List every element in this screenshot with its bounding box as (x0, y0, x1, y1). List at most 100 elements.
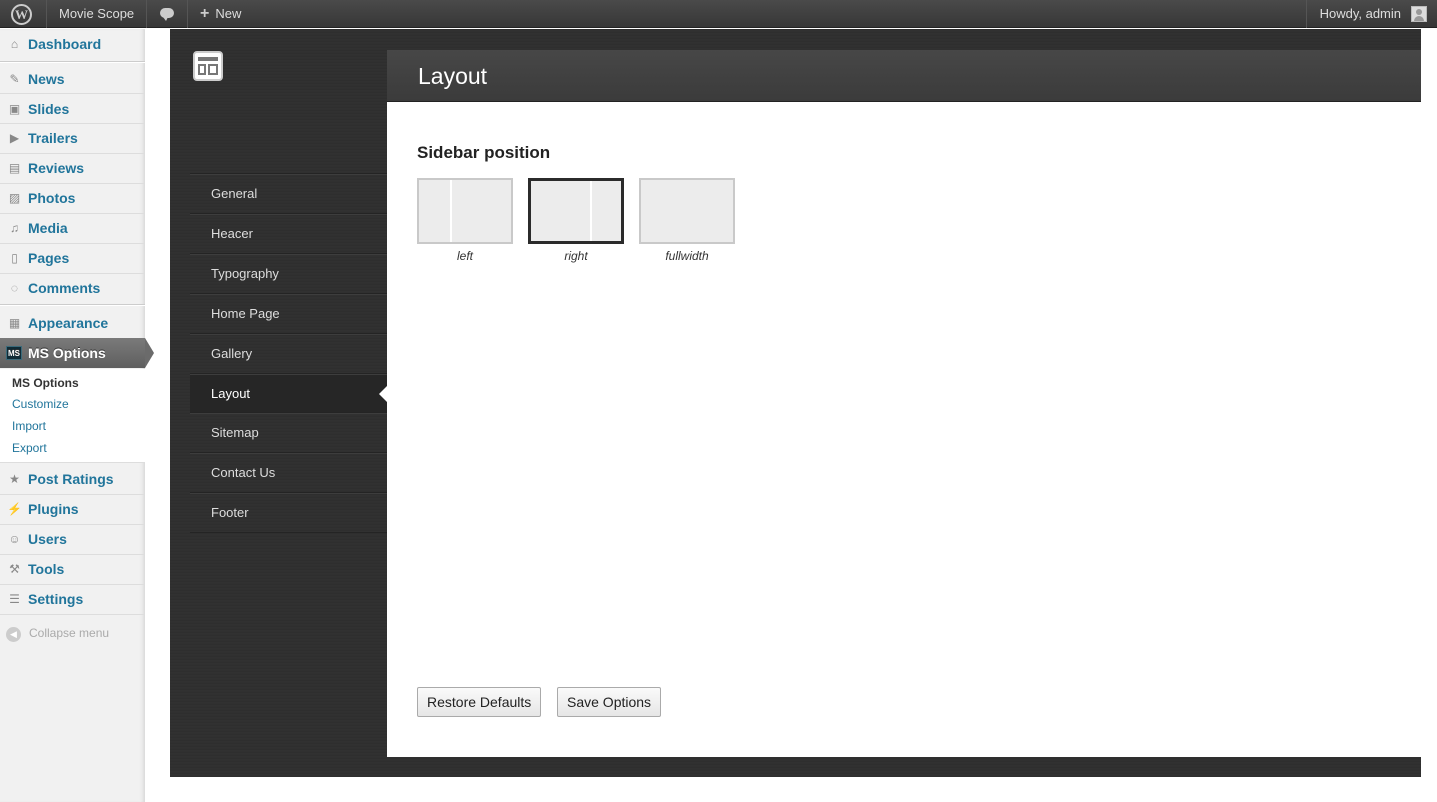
menu-item-label: Pages (28, 250, 70, 266)
options-nav-end-divider (190, 532, 387, 533)
section-title: Sidebar position (417, 143, 551, 162)
sidebar-option-right[interactable] (528, 178, 624, 244)
options-tab-layout[interactable]: Layout (190, 373, 387, 413)
menu-item-tools[interactable]: ⚒ Tools (0, 554, 145, 584)
site-name-link[interactable]: Movie Scope (59, 0, 134, 28)
submenu-item-ms-options[interactable]: MS Options (12, 373, 79, 393)
video-icon: ▶ (9, 131, 20, 145)
reviews-icon: ▤ (8, 161, 21, 175)
menu-item-photos[interactable]: ▨ Photos (0, 183, 145, 213)
submenu-item-export[interactable]: Export (12, 438, 47, 458)
settings-icon: ☰ (9, 592, 20, 606)
menu-divider (0, 614, 145, 615)
plus-icon: + (200, 5, 210, 22)
collapse-arrow-icon: ◀ (6, 627, 21, 642)
menu-item-label: Tools (28, 561, 65, 577)
layout-panel-logo-icon (193, 51, 223, 81)
account-menu[interactable]: Howdy, admin (1320, 0, 1437, 28)
tools-icon: ⚒ (9, 562, 20, 576)
options-tab-sitemap[interactable]: Sitemap (190, 412, 387, 452)
admin-bar-divider (46, 0, 47, 28)
restore-defaults-button[interactable]: Restore Defaults (417, 687, 542, 717)
menu-item-label: Post Ratings (28, 471, 114, 487)
menu-item-ms-options[interactable]: MS MS Options (0, 338, 154, 368)
dashboard-icon: ⌂ (10, 37, 19, 51)
menu-item-post-ratings[interactable]: ★ Post Ratings (0, 464, 145, 494)
ratings-icon: ★ (9, 472, 20, 486)
menu-item-settings[interactable]: ☰ Settings (0, 584, 145, 614)
wordpress-logo-icon[interactable]: W (0, 0, 46, 28)
sidebar-column-divider (590, 181, 592, 241)
menu-item-reviews[interactable]: ▤ Reviews (0, 153, 145, 183)
pages-icon: ▯ (11, 251, 18, 265)
appearance-icon: ▦ (8, 316, 21, 330)
submenu-item-import[interactable]: Import (12, 416, 46, 436)
options-tab-home-page[interactable]: Home Page (190, 293, 387, 333)
menu-separator (0, 304, 145, 306)
sidebar-option-fullwidth[interactable] (639, 178, 735, 244)
new-content-label: New (215, 6, 242, 21)
options-tab-footer[interactable]: Footer (190, 492, 387, 532)
new-content-button[interactable]: + New (200, 0, 241, 28)
collapse-menu-label: Collapse menu (29, 626, 110, 640)
admin-bar-divider (187, 0, 188, 28)
options-tab-header[interactable]: Heacer (190, 213, 387, 253)
menu-item-label: Plugins (28, 501, 79, 517)
menu-item-label: Photos (28, 190, 76, 206)
menu-item-label: Users (28, 531, 67, 547)
page-title: Layout (418, 63, 488, 89)
menu-item-label: Trailers (28, 130, 78, 146)
menu-item-label: Settings (28, 591, 84, 607)
sidebar-option-label: fullwidth (665, 249, 709, 263)
howdy-label: Howdy, admin (1319, 6, 1401, 21)
sidebar-option-left[interactable] (417, 178, 513, 244)
ms-options-icon: MS (6, 346, 22, 360)
options-panel: General Heacer Typography Home Page Gall… (170, 29, 1421, 777)
menu-item-pages[interactable]: ▯ Pages (0, 243, 145, 273)
options-tab-contact-us[interactable]: Contact Us (190, 452, 387, 492)
menu-item-appearance[interactable]: ▦ Appearance (0, 308, 145, 338)
sidebar-column-divider (450, 180, 452, 242)
menu-item-users[interactable]: ☺ Users (0, 524, 145, 554)
submenu-item-customize[interactable]: Customize (12, 394, 69, 414)
menu-item-label: Media (28, 220, 68, 236)
media-icon: ♫ (10, 221, 19, 235)
menu-item-comments[interactable]: ◌ Comments (0, 273, 145, 303)
menu-item-label: Appearance (28, 315, 109, 331)
save-options-button[interactable]: Save Options (557, 687, 662, 717)
collapse-menu-button[interactable]: ◀ Collapse menu (6, 625, 109, 642)
menu-item-label: Dashboard (28, 36, 102, 52)
pin-icon: ✎ (9, 72, 20, 86)
options-tab-general[interactable]: General (190, 173, 387, 213)
sidebar-option-label: right (564, 249, 588, 263)
menu-item-media[interactable]: ♫ Media (0, 213, 145, 243)
avatar (1411, 6, 1427, 22)
menu-item-news[interactable]: ✎ News (0, 64, 145, 94)
comments-icon: ◌ (10, 281, 19, 295)
menu-item-label: Comments (28, 280, 101, 296)
menu-item-slides[interactable]: ▣ Slides (0, 94, 145, 124)
comments-bubble-icon[interactable] (160, 0, 176, 28)
plugins-icon: ⚡ (7, 502, 22, 516)
options-tab-typography[interactable]: Typography (190, 253, 387, 293)
menu-separator (0, 61, 145, 63)
menu-item-label: News (28, 71, 65, 87)
menu-item-label: Reviews (28, 160, 85, 176)
admin-menu: ⌂ Dashboard ✎ News ▣ Slides ▶ Trailers ▤ Revi… (0, 29, 154, 802)
photos-icon: ▨ (8, 191, 21, 205)
menu-item-label: MS Options (28, 345, 106, 361)
admin-bar: W Movie Scope + New Howdy, admin (0, 0, 1437, 28)
menu-item-plugins[interactable]: ⚡ Plugins (0, 494, 145, 524)
ms-options-submenu: MS Options Customize Import Export (0, 369, 145, 463)
menu-item-label: Slides (28, 101, 70, 117)
options-tab-gallery[interactable]: Gallery (190, 333, 387, 373)
admin-bar-divider (146, 0, 147, 28)
sidebar-option-label: left (456, 249, 473, 263)
menu-item-dashboard[interactable]: ⌂ Dashboard (0, 29, 145, 59)
menu-item-trailers[interactable]: ▶ Trailers (0, 123, 145, 153)
admin-bar-divider (1306, 0, 1307, 28)
content-body: Sidebar position left right fullwidth Re… (387, 102, 1421, 757)
slides-icon: ▣ (8, 102, 21, 116)
content-header: Layout (387, 50, 1421, 102)
users-icon: ☺ (8, 532, 21, 546)
